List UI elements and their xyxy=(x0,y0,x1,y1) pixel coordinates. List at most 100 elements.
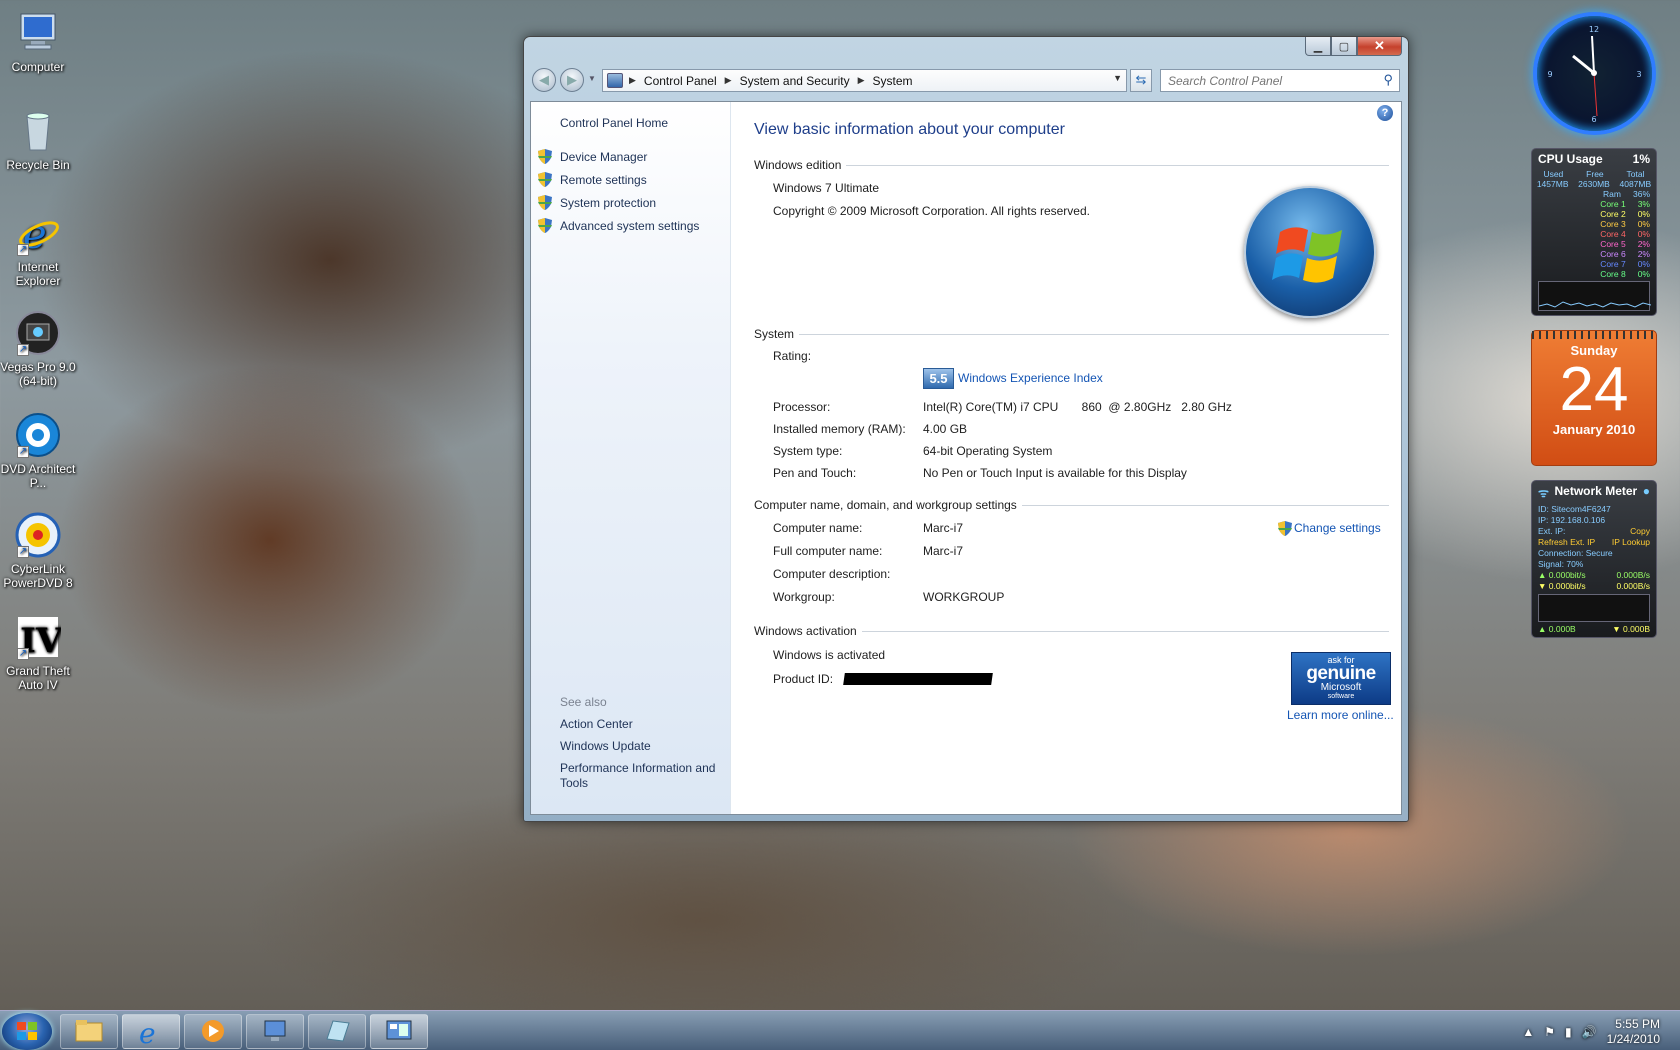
ram-row: Ram 36% xyxy=(1532,189,1656,199)
desktop-icon-powerdvd[interactable]: ↗ CyberLink PowerDVD 8 xyxy=(0,512,76,590)
forward-arrow-icon: ▶ xyxy=(567,72,577,87)
download-rate-bytes: 0.000B/s xyxy=(1616,581,1650,591)
system-protection-link[interactable]: System protection xyxy=(560,196,656,210)
action-center-link[interactable]: Action Center xyxy=(560,717,633,731)
core-row: Core 1 3% xyxy=(1532,199,1656,209)
clock-gadget[interactable]: 12 3 6 9 xyxy=(1533,12,1656,135)
calendar-gadget[interactable]: Sunday 24 January 2010 xyxy=(1531,330,1657,466)
taskbar-network-app[interactable] xyxy=(246,1014,304,1049)
taskbar-app[interactable] xyxy=(308,1014,366,1049)
desktop-icon-label: Computer xyxy=(11,60,65,74)
help-button[interactable]: ? xyxy=(1377,105,1393,121)
taskbar-media-player[interactable] xyxy=(184,1014,242,1049)
help-icon: ? xyxy=(1381,107,1389,119)
content-area: Control Panel Home Device Manager Remote… xyxy=(530,101,1402,815)
address-dropdown-icon[interactable]: ▼ xyxy=(1113,73,1122,83)
rating-label: Rating: xyxy=(773,349,812,363)
network-signal-icon[interactable]: ▮ xyxy=(1565,1025,1572,1039)
desktop-icon-vegas-pro[interactable]: ↗ Vegas Pro 9.0 (64-bit) xyxy=(0,310,76,388)
copy-ip-link[interactable]: Copy xyxy=(1630,526,1650,537)
core-label: Core 3 xyxy=(1600,219,1626,229)
desktop-icon-label: CyberLink PowerDVD 8 xyxy=(3,562,73,590)
network-meter-title: Network Meter xyxy=(1554,484,1638,498)
action-center-flag-icon[interactable]: ⚑ xyxy=(1544,1025,1555,1039)
show-hidden-icons-icon[interactable]: ▲ xyxy=(1522,1025,1534,1039)
search-icon[interactable]: ⚲ xyxy=(1383,72,1393,88)
cpu-history-graph xyxy=(1538,281,1652,311)
breadcrumb-system-and-security[interactable]: System and Security xyxy=(740,74,850,88)
shortcut-arrow-icon: ↗ xyxy=(17,648,29,660)
taskbar-clock[interactable]: 5:55 PM 1/24/2010 xyxy=(1607,1017,1660,1047)
search-box[interactable]: ⚲ xyxy=(1160,69,1400,92)
taskbar-control-panel[interactable] xyxy=(370,1014,428,1049)
pen-touch-value: No Pen or Touch Input is available for t… xyxy=(923,466,1187,480)
computer-network-icon xyxy=(264,1020,286,1041)
desktop-icon-gta-iv[interactable]: IV ↗ Grand Theft Auto IV xyxy=(0,614,76,692)
start-button[interactable] xyxy=(2,1013,52,1050)
shortcut-arrow-icon: ↗ xyxy=(17,344,29,356)
cpu-usage-percent: 1% xyxy=(1632,152,1650,166)
taskbar-windows-explorer[interactable] xyxy=(60,1014,118,1049)
windows-experience-index-link[interactable]: Windows Experience Index xyxy=(958,371,1103,385)
wei-score-badge[interactable]: 5.5 xyxy=(923,368,954,389)
back-button[interactable]: ◀ xyxy=(532,68,556,92)
cpu-usage-gadget[interactable]: CPU Usage 1% Used Free Total 1457MB 2630MB 40… xyxy=(1531,148,1657,316)
breadcrumb-arrow-icon[interactable]: ▶ xyxy=(725,75,732,86)
taskbar-internet-explorer[interactable]: e xyxy=(122,1014,180,1050)
refresh-button[interactable]: ⇆ xyxy=(1130,69,1152,92)
advanced-system-settings-link[interactable]: Advanced system settings xyxy=(560,219,699,233)
calendar-month-year: January 2010 xyxy=(1552,422,1636,437)
windows-edition-section: Windows edition xyxy=(754,157,1389,173)
vegas-pro-icon: ↗ xyxy=(15,310,61,356)
genuine-badge-text: Microsoft xyxy=(1320,682,1362,693)
core-row: Core 8 0% xyxy=(1532,269,1656,279)
control-panel-home-link[interactable]: Control Panel Home xyxy=(560,116,668,130)
section-divider xyxy=(846,164,1389,166)
desktop-icon-computer[interactable]: Computer xyxy=(0,10,76,74)
genuine-microsoft-badge[interactable]: ask for genuine Microsoft software xyxy=(1291,652,1391,705)
address-bar[interactable]: ▶ Control Panel ▶ System and Security ▶ … xyxy=(602,69,1127,92)
core-percent: 0% xyxy=(1637,269,1650,279)
forward-button[interactable]: ▶ xyxy=(560,68,584,92)
memory-used-value: 1457MB xyxy=(1536,179,1569,189)
taskbar: e ▲ ⚑ ▮ 🔊 5:55 PM 1/24/2010 xyxy=(0,1010,1680,1050)
device-manager-link[interactable]: Device Manager xyxy=(560,150,647,164)
genuine-badge-text: genuine xyxy=(1306,663,1376,684)
recent-pages-dropdown-icon[interactable]: ▼ xyxy=(588,74,596,83)
window-controls: ▁ ▢ ✕ xyxy=(1305,37,1402,56)
remote-settings-link[interactable]: Remote settings xyxy=(560,173,647,187)
total-download-value: 0.000B xyxy=(1623,624,1650,634)
core-label: Core 8 xyxy=(1600,269,1626,279)
product-id-label: Product ID: xyxy=(773,672,834,686)
download-rate-bits: ▼ 0.000bit/s xyxy=(1538,581,1586,591)
breadcrumb-arrow-icon[interactable]: ▶ xyxy=(858,75,865,86)
close-button[interactable]: ✕ xyxy=(1357,37,1402,56)
change-settings-link[interactable]: Change settings xyxy=(1294,521,1381,535)
clock-face-icon: 12 3 6 9 xyxy=(1547,25,1641,124)
ip-lookup-link[interactable]: IP Lookup xyxy=(1612,537,1650,548)
desktop-icon-recycle-bin[interactable]: Recycle Bin xyxy=(0,108,76,172)
clock-date: 1/24/2010 xyxy=(1606,1032,1660,1046)
core-row: Core 3 0% xyxy=(1532,219,1656,229)
desktop-icon-dvd-architect[interactable]: ↗ DVD Architect P... xyxy=(0,412,76,490)
maximize-button[interactable]: ▢ xyxy=(1331,37,1357,56)
section-title: Computer name, domain, and workgroup set… xyxy=(754,498,1017,512)
desktop-icon-internet-explorer[interactable]: e ↗ Internet Explorer xyxy=(0,210,76,288)
section-title: Windows edition xyxy=(754,158,842,172)
memory-used-label: Used xyxy=(1543,169,1564,179)
product-id-redacted xyxy=(843,673,993,685)
search-input[interactable] xyxy=(1168,73,1368,88)
breadcrumb-system[interactable]: System xyxy=(873,74,913,88)
breadcrumb-control-panel[interactable]: Control Panel xyxy=(644,74,717,88)
minimize-button[interactable]: ▁ xyxy=(1305,37,1331,56)
ram-percent: 36% xyxy=(1632,189,1650,199)
windows-update-link[interactable]: Windows Update xyxy=(560,739,651,753)
network-meter-gadget[interactable]: ᯤ Network Meter ● ID: Sitecom4F6247 IP: 19… xyxy=(1531,480,1657,638)
volume-icon[interactable]: 🔊 xyxy=(1582,1025,1597,1039)
learn-more-online-link[interactable]: Learn more online... xyxy=(1287,708,1394,722)
performance-information-link[interactable]: Performance Information and Tools xyxy=(560,761,725,791)
ram-label: Ram xyxy=(1603,189,1621,199)
refresh-external-ip-link[interactable]: Refresh Ext. IP xyxy=(1538,537,1595,548)
breadcrumb-arrow-icon[interactable]: ▶ xyxy=(629,75,636,86)
section-divider xyxy=(799,333,1389,335)
